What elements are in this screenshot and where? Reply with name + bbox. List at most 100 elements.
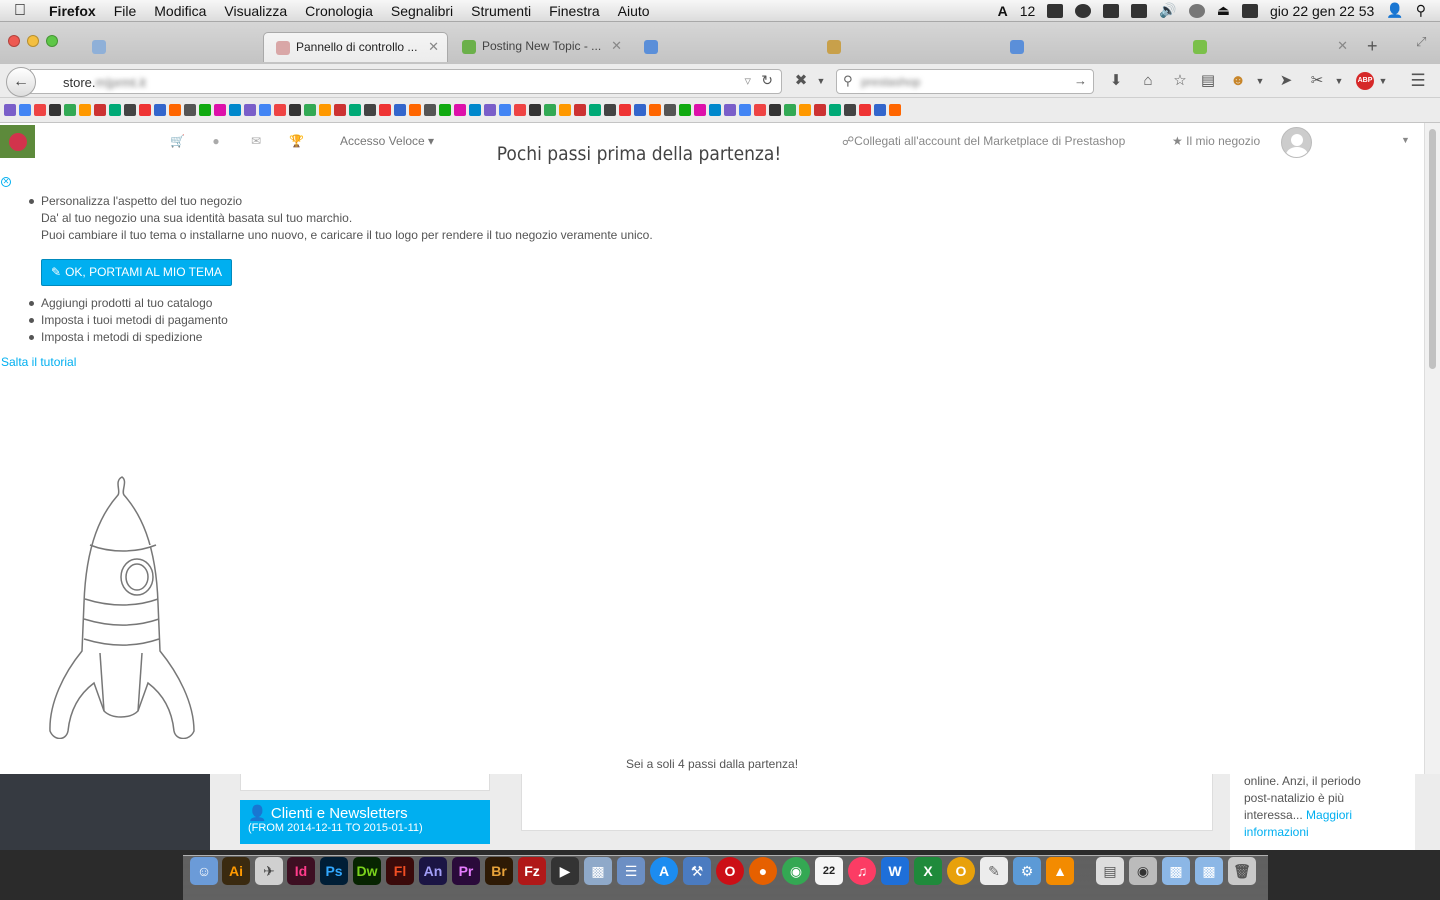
trash-icon[interactable]: 🗑	[1228, 857, 1256, 885]
bookmark-favicon-icon[interactable]	[304, 104, 316, 116]
chrome-icon[interactable]: ◉	[782, 857, 810, 885]
bookmark-favicon-icon[interactable]	[844, 104, 856, 116]
bookmark-favicon-icon[interactable]	[874, 104, 886, 116]
bookmark-favicon-icon[interactable]	[364, 104, 376, 116]
menu-app-name[interactable]: Firefox	[40, 3, 105, 19]
bookmark-favicon-icon[interactable]	[139, 104, 151, 116]
screenshot-addon-icon[interactable]: ✂	[1308, 72, 1326, 90]
greasemonkey-icon[interactable]: ☻	[1229, 72, 1247, 90]
bookmark-favicon-icon[interactable]	[4, 104, 16, 116]
search-go-icon[interactable]: →	[1074, 73, 1087, 88]
tab-close-icon[interactable]: ✕	[428, 39, 439, 55]
creative-cloud-icon[interactable]	[1075, 3, 1092, 18]
eject-icon[interactable]: ⏏	[1217, 2, 1230, 19]
addon-dropdown-icon[interactable]: ▼	[812, 72, 830, 90]
keyboard-icon[interactable]	[1241, 3, 1258, 18]
bookmark-favicon-icon[interactable]	[229, 104, 241, 116]
volume-icon[interactable]: 🔊	[1159, 2, 1176, 19]
documents-stack-icon[interactable]: ▤	[1096, 857, 1124, 885]
greasemonkey-dropdown-icon[interactable]: ▼	[1251, 72, 1269, 90]
flash-icon[interactable]: Fl	[386, 857, 414, 885]
home-icon[interactable]: ⌂	[1139, 72, 1157, 90]
prestashop-logo[interactable]	[0, 125, 35, 158]
filezilla-icon[interactable]: Fz	[518, 857, 546, 885]
bookmark-favicon-icon[interactable]	[469, 104, 481, 116]
bookmark-favicon-icon[interactable]	[784, 104, 796, 116]
bookmark-favicon-icon[interactable]	[529, 104, 541, 116]
indesign-icon[interactable]: Id	[287, 857, 315, 885]
bookmark-favicon-icon[interactable]	[94, 104, 106, 116]
page-scrollbar[interactable]	[1424, 123, 1440, 774]
tab-close-icon[interactable]: ✕	[1337, 38, 1348, 54]
tab-posting-new-topic[interactable]: Posting New Topic - ... ✕	[450, 32, 630, 62]
clients-newsletter-card[interactable]: 👤 Clienti e Newsletters (FROM 2014-12-11…	[240, 800, 490, 844]
adobe-tray-icon[interactable]: A	[998, 3, 1008, 19]
bookmark-favicon-icon[interactable]	[319, 104, 331, 116]
bookmark-favicon-icon[interactable]	[19, 104, 31, 116]
bookmark-favicon-icon[interactable]	[154, 104, 166, 116]
screenshots-stack-icon[interactable]: ◉	[1129, 857, 1157, 885]
menu-help[interactable]: Aiuto	[609, 3, 659, 19]
preview-icon[interactable]: ☰	[617, 857, 645, 885]
orders-cart-icon[interactable]: 🛒	[170, 135, 185, 147]
bookmark-favicon-icon[interactable]	[79, 104, 91, 116]
bookmark-favicon-icon[interactable]	[754, 104, 766, 116]
bookmark-favicon-icon[interactable]	[604, 104, 616, 116]
vlc-icon[interactable]: ▲	[1046, 857, 1074, 885]
bridge-icon[interactable]: Br	[485, 857, 513, 885]
profile-dropdown-icon[interactable]: ▼	[1401, 135, 1410, 145]
bookmark-favicon-icon[interactable]	[184, 104, 196, 116]
go-to-theme-button[interactable]: ✎ OK, PORTAMI AL MIO TEMA	[41, 259, 232, 286]
calendar-icon[interactable]: 22	[815, 857, 843, 885]
send-icon[interactable]: ➤	[1277, 72, 1295, 90]
premiere-icon[interactable]: Pr	[452, 857, 480, 885]
mail-icon[interactable]: ✈	[255, 857, 283, 885]
close-onboarding-icon[interactable]: ✕	[1, 177, 11, 187]
bookmark-favicon-icon[interactable]	[394, 104, 406, 116]
final-cut-icon[interactable]: ▶	[551, 857, 579, 885]
screenshot-dropdown-icon[interactable]: ▼	[1330, 72, 1348, 90]
bookmark-favicon-icon[interactable]	[814, 104, 826, 116]
minimize-window-button[interactable]	[27, 35, 39, 47]
bookmark-favicon-icon[interactable]	[664, 104, 676, 116]
tab-prestashop-dashboard[interactable]: Pannello di controllo ... ✕	[263, 32, 448, 62]
downloads-icon[interactable]: ⬇	[1107, 72, 1125, 90]
time-machine-icon[interactable]	[1188, 3, 1205, 18]
bookmark-favicon-icon[interactable]	[109, 104, 121, 116]
new-tab-button[interactable]: +	[1367, 36, 1378, 57]
bookmark-star-icon[interactable]: ☆	[1171, 72, 1189, 90]
menu-view[interactable]: Visualizza	[215, 3, 296, 19]
bookmark-favicon-icon[interactable]	[274, 104, 286, 116]
bookmark-favicon-icon[interactable]	[64, 104, 76, 116]
my-store-link[interactable]: ★ Il mio negozio	[1172, 134, 1260, 148]
bookmark-favicon-icon[interactable]	[859, 104, 871, 116]
bookmark-favicon-icon[interactable]	[349, 104, 361, 116]
skip-tutorial-link[interactable]: Salta il tutorial	[1, 355, 76, 369]
hamburger-menu-icon[interactable]: ☰	[1409, 72, 1427, 90]
bookmark-favicon-icon[interactable]	[544, 104, 556, 116]
bookmark-favicon-icon[interactable]	[829, 104, 841, 116]
url-history-dropdown-icon[interactable]: ▿	[744, 73, 751, 89]
app-store-icon[interactable]: A	[650, 857, 678, 885]
bookmark-favicon-icon[interactable]	[694, 104, 706, 116]
menu-file[interactable]: File	[105, 3, 146, 19]
system-preferences-icon[interactable]: ⚙	[1013, 857, 1041, 885]
bookmark-favicon-icon[interactable]	[169, 104, 181, 116]
bookmarks-menu-icon[interactable]: ▤	[1199, 72, 1217, 90]
reload-icon[interactable]: ↻	[761, 72, 773, 89]
bookmark-favicon-icon[interactable]	[244, 104, 256, 116]
bookmark-favicon-icon[interactable]	[484, 104, 496, 116]
user-icon[interactable]: 👤	[1386, 2, 1403, 19]
search-bar[interactable]: ⚲ prestashop →	[836, 69, 1094, 94]
bookmark-favicon-icon[interactable]	[124, 104, 136, 116]
downloads-folder-icon[interactable]: ▩	[1195, 857, 1223, 885]
fullscreen-icon[interactable]: ⤢	[1416, 34, 1426, 50]
bookmark-favicon-icon[interactable]	[739, 104, 751, 116]
marketplace-connect-link[interactable]: ☍Collegati all'account del Marketplace d…	[842, 134, 1125, 148]
bookmark-favicon-icon[interactable]	[379, 104, 391, 116]
sync-icon[interactable]	[1103, 3, 1120, 18]
bookmark-favicon-icon[interactable]	[799, 104, 811, 116]
bookmark-favicon-icon[interactable]	[889, 104, 901, 116]
illustrator-icon[interactable]: Ai	[222, 857, 250, 885]
bookmark-favicon-icon[interactable]	[334, 104, 346, 116]
